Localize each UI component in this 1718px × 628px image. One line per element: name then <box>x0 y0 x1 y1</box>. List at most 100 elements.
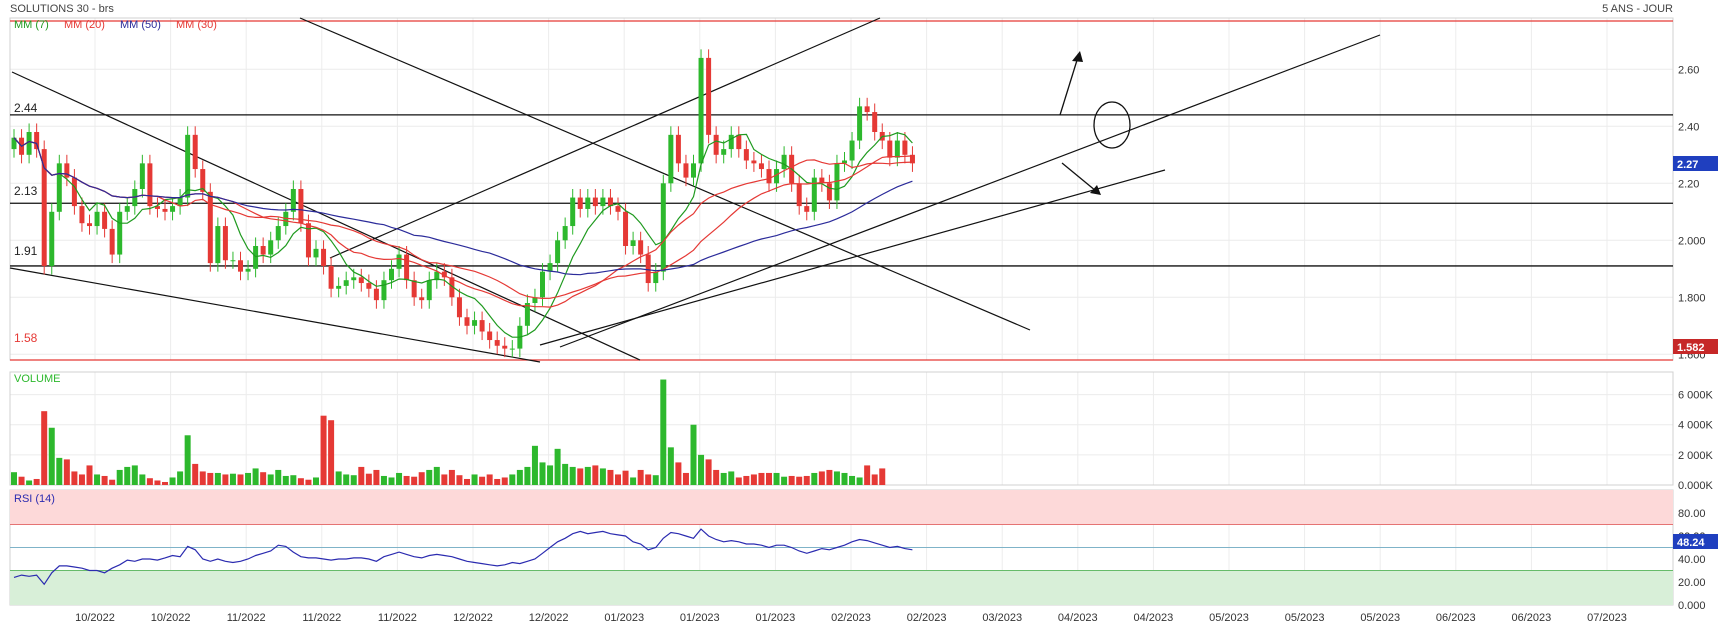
volume-bar <box>630 477 637 485</box>
volume-bar <box>705 459 712 485</box>
volume-bar <box>441 474 448 485</box>
volume-bar <box>833 471 840 485</box>
rsi-label: RSI (14) <box>14 493 55 505</box>
volume-bar <box>773 472 780 485</box>
volume-tick-label: 4 000K <box>1678 420 1714 432</box>
candle-body <box>34 132 40 150</box>
candle-body <box>411 280 417 298</box>
candle-body <box>426 280 432 301</box>
candle-body <box>683 163 689 178</box>
volume-tick-label: 2 000K <box>1678 450 1714 462</box>
volume-bar <box>290 475 297 485</box>
x-tick-label: 03/2023 <box>982 612 1022 624</box>
candle-body <box>743 149 749 161</box>
candle-body <box>645 254 651 284</box>
volume-bar <box>645 474 652 485</box>
x-tick-label: 11/2022 <box>227 612 266 624</box>
x-tick-label: 01/2023 <box>756 612 796 624</box>
legend-mm50: MM (50) <box>120 19 161 31</box>
candle-body <box>487 331 493 341</box>
volume-bar <box>426 469 433 485</box>
x-tick-label: 07/2023 <box>1587 612 1627 624</box>
candle-body <box>555 240 561 264</box>
volume-bar <box>569 466 576 485</box>
volume-bar <box>86 465 93 485</box>
volume-bar <box>245 472 252 485</box>
x-tick-label: 05/2023 <box>1360 612 1400 624</box>
volume-bar <box>803 475 810 485</box>
volume-bar <box>788 475 795 485</box>
candle-body <box>479 320 485 332</box>
candle-body <box>638 240 644 255</box>
volume-bar <box>56 457 63 485</box>
stock-chart: 10/2022 10/2022 11/2022 11/2022 11/2022 12/20… <box>9 3 1718 624</box>
horizontal-levels <box>10 20 1673 361</box>
volume-bar <box>184 435 191 485</box>
volume-bar <box>464 478 470 485</box>
candle-body <box>796 183 802 207</box>
candle-body <box>464 317 470 326</box>
volume-bar <box>509 474 516 485</box>
x-tick-label: 06/2023 <box>1512 612 1552 624</box>
candle-body <box>268 240 274 255</box>
candle-body <box>404 254 410 281</box>
candle-body <box>222 226 228 261</box>
candle-body <box>781 154 787 170</box>
volume-bar <box>418 472 425 485</box>
volume-bar <box>690 424 697 485</box>
volume-bar <box>728 471 735 485</box>
candle-body <box>253 246 259 269</box>
volume-bar <box>720 472 727 485</box>
volume-bar <box>675 462 682 485</box>
volume-bar <box>335 471 342 485</box>
volume-bar <box>282 475 289 485</box>
volume-bar <box>660 379 667 485</box>
volume-bar <box>350 475 357 485</box>
candle-body <box>494 340 500 346</box>
level-label-158: 1.58 <box>14 331 38 345</box>
volume-bar <box>237 474 244 485</box>
legend-mm30: MM (30) <box>176 19 217 31</box>
volume-bar <box>615 474 621 485</box>
chart-title: SOLUTIONS 30 - brs <box>10 3 114 15</box>
candle-body <box>419 297 425 301</box>
candle-body <box>698 57 704 164</box>
volume-bar <box>365 473 372 485</box>
candle-body <box>887 140 893 158</box>
volume-bar <box>169 477 176 485</box>
candle-body <box>857 106 863 141</box>
volume-bar <box>396 472 403 485</box>
rsi-tick-label: 40.00 <box>1678 554 1706 566</box>
volume-bar <box>313 477 319 485</box>
candle-body <box>124 206 130 212</box>
volume-bar <box>456 475 463 485</box>
candle-body <box>675 134 681 164</box>
rsi-oversold-band <box>10 570 1673 605</box>
candle-body <box>502 345 508 349</box>
volume-bar <box>63 459 70 485</box>
candle-body <box>71 177 77 207</box>
volume-bar <box>531 445 538 485</box>
volume-bar <box>252 468 259 485</box>
legend-mm20: MM (20) <box>64 19 105 31</box>
candle-body <box>102 211 108 229</box>
candle-body <box>577 197 583 209</box>
trend-line <box>329 17 881 259</box>
panel-backgrounds <box>9 17 1674 606</box>
volume-bar <box>494 478 501 485</box>
volume-bar <box>297 478 304 485</box>
volume-bar <box>871 474 878 485</box>
volume-bar <box>94 474 101 485</box>
x-tick-label: 11/2022 <box>302 612 341 624</box>
volume-bar <box>811 472 818 485</box>
trend-line <box>559 34 1381 348</box>
candle-body <box>185 134 191 198</box>
candle-body <box>79 206 85 224</box>
volume-tick-label: 0.000K <box>1678 480 1714 492</box>
volume-bar <box>577 468 584 485</box>
volume-bar <box>343 474 350 485</box>
volume-bar <box>547 465 554 485</box>
candle-body <box>162 208 168 212</box>
volume-bar <box>750 474 757 485</box>
x-tick-label: 04/2023 <box>1134 612 1174 624</box>
